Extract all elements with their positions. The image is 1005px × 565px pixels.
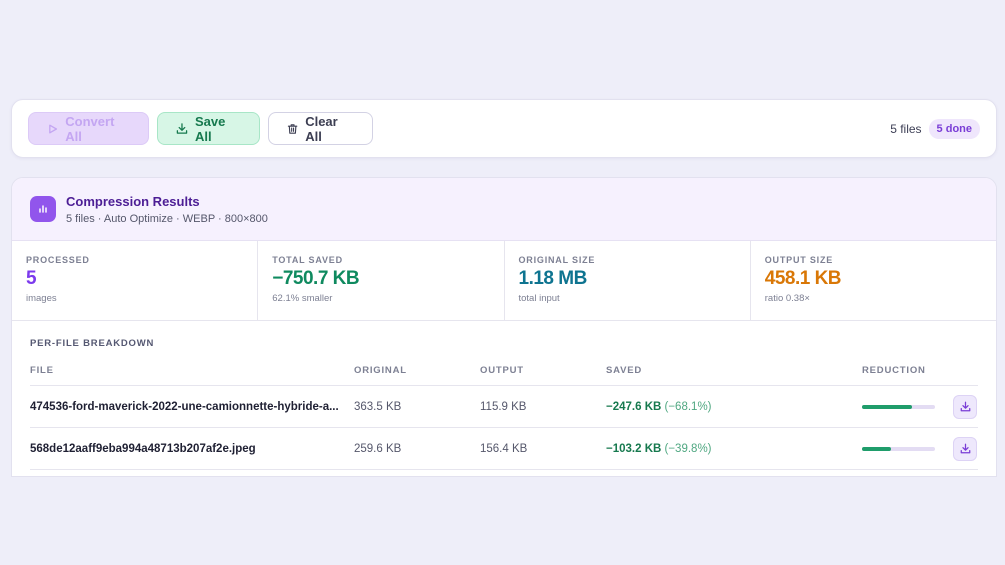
saved-percent: (−68.1%) bbox=[664, 400, 712, 413]
column-header-original: ORIGINAL bbox=[354, 365, 407, 376]
stat-processed: PROCESSED 5 images bbox=[12, 241, 259, 320]
column-header-saved: SAVED bbox=[606, 365, 643, 376]
save-all-label: Save All bbox=[194, 113, 226, 144]
stat-sub: images bbox=[26, 293, 57, 304]
column-header-file: FILE bbox=[30, 365, 54, 376]
reduction-bar-fill bbox=[862, 404, 912, 409]
saved-amount: −103.2 KB bbox=[606, 442, 662, 455]
saved-percent: (−39.8%) bbox=[664, 442, 712, 455]
download-icon bbox=[960, 401, 970, 412]
stat-value: −750.7 KB bbox=[272, 268, 360, 289]
download-file-button[interactable] bbox=[953, 394, 977, 419]
column-header-output: OUTPUT bbox=[480, 365, 524, 376]
saved-cell: −103.2 KB (−39.8%) bbox=[606, 443, 862, 455]
clear-all-label: Clear All bbox=[305, 113, 338, 144]
download-icon bbox=[960, 443, 970, 454]
compression-results-card: Compression Results 5 files · Auto Optim… bbox=[11, 177, 997, 477]
column-header-reduction: REDUCTION bbox=[862, 365, 926, 376]
convert-all-button[interactable]: Convert All bbox=[28, 112, 149, 145]
original-size: 259.6 KB bbox=[354, 442, 402, 455]
reduction-bar-fill bbox=[862, 446, 892, 451]
reduction-cell bbox=[862, 446, 953, 451]
stat-sub: ratio 0.38× bbox=[764, 293, 810, 304]
file-name: 568de12aaff9eba994a48713b207af2e.jpeg bbox=[30, 442, 256, 455]
results-title: Compression Results bbox=[66, 193, 200, 209]
download-icon bbox=[176, 123, 188, 134]
per-file-breakdown: PER-FILE BREAKDOWN FILE ORIGINAL OUTPUT … bbox=[12, 338, 996, 470]
stat-sub: total input bbox=[518, 293, 560, 304]
results-subtitle: 5 files · Auto Optimize · WEBP · 800×800 bbox=[66, 212, 268, 225]
stat-label: ORIGINAL SIZE bbox=[518, 255, 596, 265]
save-all-button[interactable]: Save All bbox=[157, 112, 260, 145]
stat-label: PROCESSED bbox=[26, 255, 90, 265]
stat-value: 1.18 MB bbox=[518, 268, 588, 289]
results-header: Compression Results 5 files · Auto Optim… bbox=[12, 178, 996, 241]
reduction-bar bbox=[862, 446, 935, 451]
original-size: 363.5 KB bbox=[354, 400, 402, 413]
reduction-bar bbox=[862, 404, 935, 409]
output-size: 115.9 KB bbox=[480, 400, 527, 413]
stats-row: PROCESSED 5 images TOTAL SAVED −750.7 KB… bbox=[12, 241, 996, 321]
clear-all-button[interactable]: Clear All bbox=[268, 112, 373, 145]
output-size: 156.4 KB bbox=[480, 442, 528, 455]
stat-output-size: OUTPUT SIZE 458.1 KB ratio 0.38× bbox=[751, 241, 996, 320]
bar-chart-icon bbox=[30, 196, 56, 222]
toolbar: Convert All Save All Clear All 5 files 5… bbox=[11, 99, 997, 158]
stat-label: OUTPUT SIZE bbox=[764, 255, 834, 265]
trash-icon bbox=[287, 123, 298, 134]
breakdown-title: PER-FILE BREAKDOWN bbox=[30, 338, 155, 349]
table-header: FILE ORIGINAL OUTPUT SAVED REDUCTION bbox=[30, 356, 978, 386]
stat-total-saved: TOTAL SAVED −750.7 KB 62.1% smaller bbox=[258, 241, 505, 320]
play-icon bbox=[49, 124, 58, 133]
toolbar-status: 5 files 5 done bbox=[890, 118, 980, 139]
files-count: 5 files bbox=[890, 121, 922, 136]
download-file-button[interactable] bbox=[953, 436, 977, 461]
status-badge: 5 done bbox=[928, 118, 980, 139]
table-row: 568de12aaff9eba994a48713b207af2e.jpeg 25… bbox=[30, 428, 978, 470]
saved-cell: −247.6 KB (−68.1%) bbox=[606, 401, 862, 413]
table-row: 474536-ford-maverick-2022-une-camionnett… bbox=[30, 386, 978, 428]
convert-all-label: Convert All bbox=[65, 113, 115, 144]
file-name: 474536-ford-maverick-2022-une-camionnett… bbox=[30, 400, 339, 413]
stat-value: 5 bbox=[26, 268, 37, 289]
saved-amount: −247.6 KB bbox=[606, 400, 662, 413]
stat-value: 458.1 KB bbox=[764, 268, 842, 289]
stat-label: TOTAL SAVED bbox=[272, 255, 343, 265]
stat-original-size: ORIGINAL SIZE 1.18 MB total input bbox=[505, 241, 751, 320]
reduction-cell bbox=[862, 404, 953, 409]
stat-sub: 62.1% smaller bbox=[272, 293, 333, 304]
